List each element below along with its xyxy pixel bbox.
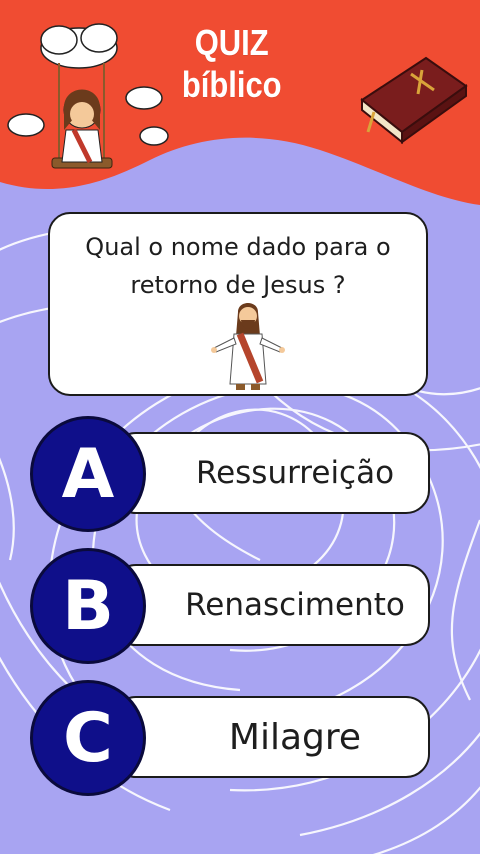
answer-option-b[interactable]: Renascimento B bbox=[30, 548, 432, 668]
answer-badge: A bbox=[30, 416, 146, 532]
cloud-swing-jesus-icon bbox=[7, 23, 169, 169]
answer-pill[interactable]: Renascimento bbox=[112, 564, 430, 646]
bible-book-icon bbox=[360, 56, 468, 145]
answer-text: Renascimento bbox=[185, 587, 405, 623]
answer-letter: C bbox=[63, 698, 113, 778]
question-card: Qual o nome dado para o retorno de Jesus… bbox=[48, 212, 428, 396]
answer-text: Ressurreição bbox=[195, 455, 395, 491]
answer-letter: B bbox=[62, 566, 114, 646]
question-text: Qual o nome dado para o retorno de Jesus… bbox=[85, 233, 391, 299]
answer-badge: C bbox=[30, 680, 146, 796]
answer-pill[interactable]: Ressurreição bbox=[112, 432, 430, 514]
jesus-figure-icon bbox=[211, 303, 285, 390]
answer-option-a[interactable]: Ressurreição A bbox=[30, 416, 432, 536]
page-title: QUIZ bíblico bbox=[181, 22, 282, 105]
answer-letter: A bbox=[61, 434, 115, 514]
answer-option-c[interactable]: Milagre C bbox=[30, 680, 432, 800]
answer-text: Milagre bbox=[228, 716, 362, 758]
answer-badge: B bbox=[30, 548, 146, 664]
answer-pill[interactable]: Milagre bbox=[112, 696, 430, 778]
